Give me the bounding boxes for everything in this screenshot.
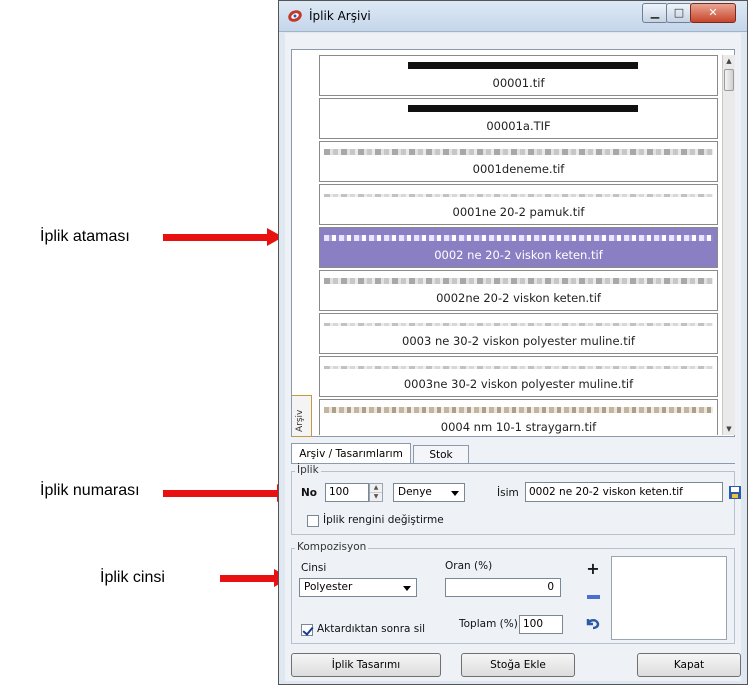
chevron-down-icon (403, 586, 411, 591)
stepper-down-icon[interactable]: ▼ (370, 493, 382, 501)
undo-icon[interactable] (585, 615, 601, 631)
scroll-down-icon[interactable]: ▼ (723, 423, 735, 435)
yarn-type-value: Polyester (304, 581, 353, 593)
tab-arsiv-label: Arşiv (295, 409, 305, 432)
yarn-file-name: 0002ne 20-2 viskon keten.tif (436, 291, 601, 305)
yarn-file-list[interactable]: 00001.tif 00001a.TIF 0001deneme.tif 0001ne … (319, 55, 718, 435)
annotation-iplik-numarasi: İplik numarası (40, 482, 140, 499)
maximize-icon: □ (673, 6, 685, 19)
yarn-file-item[interactable]: 0004 nm 10-1 straygarn.tif (319, 399, 718, 435)
unit-select-value: Denye (398, 486, 432, 498)
yarn-archive-panel: Arşiv 00001.tif 00001a.TIF 0001deneme.tif 0… (291, 49, 735, 437)
scroll-thumb[interactable] (724, 69, 734, 91)
yarn-file-name: 0001ne 20-2 pamuk.tif (452, 205, 585, 219)
yarn-preview (324, 149, 713, 155)
scroll-up-icon[interactable]: ▲ (723, 55, 735, 67)
kompozisyon-group-label: Kompozisyon (295, 541, 369, 553)
yarn-preview (324, 407, 713, 413)
no-label: No (301, 487, 318, 499)
add-to-stock-button[interactable]: Stoğa Ekle (461, 653, 575, 677)
add-composition-icon[interactable]: + (585, 561, 601, 577)
close-window-button[interactable]: ✕ (690, 3, 736, 23)
yarn-file-item[interactable]: 0003 ne 30-2 viskon polyester muline.tif (319, 313, 718, 354)
yarn-file-name: 0003ne 30-2 viskon polyester muline.tif (403, 377, 634, 391)
yarn-design-button[interactable]: İplik Tasarımı (291, 653, 441, 677)
tab-arsiv-tasarimlarim[interactable]: Arşiv / Tasarımlarım (291, 443, 411, 463)
close-button[interactable]: Kapat (637, 653, 741, 677)
isim-label: İsim (497, 487, 519, 499)
remove-composition-icon[interactable] (587, 595, 600, 599)
yarn-file-name: 0001deneme.tif (472, 162, 565, 176)
bottom-tabs: Arşiv / Tasarımlarım Stok (291, 443, 735, 464)
tab-arsiv-vertical[interactable]: Arşiv (292, 395, 312, 437)
list-scrollbar[interactable]: ▲ ▼ (722, 55, 735, 435)
yarn-file-name: 0004 nm 10-1 straygarn.tif (440, 420, 597, 434)
tab-stok[interactable]: Stok (413, 445, 469, 463)
iplik-arsivi-window: İplik Arşivi ▁ □ ✕ Arşiv 00001.tif 00001a… (278, 0, 748, 685)
yarn-file-item[interactable]: 0002ne 20-2 viskon keten.tif (319, 270, 718, 311)
total-percent-input: 100 (519, 615, 563, 634)
yarn-file-name: 0003 ne 30-2 viskon polyester muline.tif (402, 334, 635, 348)
window-title: İplik Arşivi (309, 9, 371, 23)
title-bar[interactable]: İplik Arşivi ▁ □ ✕ (279, 1, 747, 32)
yarn-file-name: 00001.tif (492, 76, 545, 90)
chevron-down-icon (451, 491, 459, 496)
annotation-iplik-cinsi: İplik cinsi (100, 569, 165, 586)
delete-after-transfer-label: Aktardıktan sonra sil (317, 623, 426, 635)
yarn-preview (324, 323, 713, 326)
composition-listbox[interactable] (611, 556, 727, 640)
annotation-iplik-atamasi: İplik ataması (40, 228, 130, 245)
yarn-file-item[interactable]: 0001ne 20-2 pamuk.tif (319, 184, 718, 225)
yarn-preview (324, 235, 713, 241)
stepper-up-icon[interactable]: ▲ (370, 484, 382, 493)
arrow-iplik-numarasi (163, 484, 293, 502)
app-icon (288, 10, 302, 22)
minimize-icon: ▁ (650, 6, 660, 19)
iplik-group-label: İplik (295, 464, 321, 476)
minimize-button[interactable]: ▁ (642, 3, 668, 23)
yarn-number-stepper[interactable]: ▲ ▼ (369, 483, 383, 502)
yarn-preview (324, 366, 713, 369)
cinsi-label: Cinsi (301, 562, 327, 574)
yarn-file-name: 00001a.TIF (486, 119, 551, 133)
ratio-input[interactable]: 0 (445, 578, 561, 597)
save-icon[interactable] (728, 484, 742, 500)
close-icon: ✕ (708, 6, 718, 19)
yarn-preview (408, 62, 638, 69)
delete-after-transfer-checkbox[interactable] (301, 624, 313, 636)
yarn-preview (408, 105, 638, 112)
yarn-file-item[interactable]: 0002 ne 20-2 viskon keten.tif (319, 227, 718, 268)
yarn-preview (324, 194, 713, 197)
keep-yarn-color-checkbox[interactable] (307, 515, 319, 527)
yarn-preview (324, 278, 713, 284)
arrow-iplik-atamasi (163, 228, 283, 246)
yarn-file-item[interactable]: 00001a.TIF (319, 98, 718, 139)
unit-select[interactable]: Denye (393, 483, 465, 502)
oran-label: Oran (%) (445, 560, 493, 572)
yarn-name-input[interactable]: 0002 ne 20-2 viskon keten.tif (525, 482, 723, 502)
toplam-label: Toplam (%) (459, 618, 518, 630)
yarn-type-select[interactable]: Polyester (299, 578, 417, 597)
yarn-file-name: 0002 ne 20-2 viskon keten.tif (434, 248, 603, 262)
keep-yarn-color-label: İplik rengini değiştirme (323, 514, 444, 526)
yarn-file-item[interactable]: 0001deneme.tif (319, 141, 718, 182)
maximize-button[interactable]: □ (666, 3, 692, 23)
yarn-file-item[interactable]: 0003ne 30-2 viskon polyester muline.tif (319, 356, 718, 397)
yarn-number-input[interactable]: 100 (325, 483, 369, 502)
yarn-file-item[interactable]: 00001.tif (319, 55, 718, 96)
